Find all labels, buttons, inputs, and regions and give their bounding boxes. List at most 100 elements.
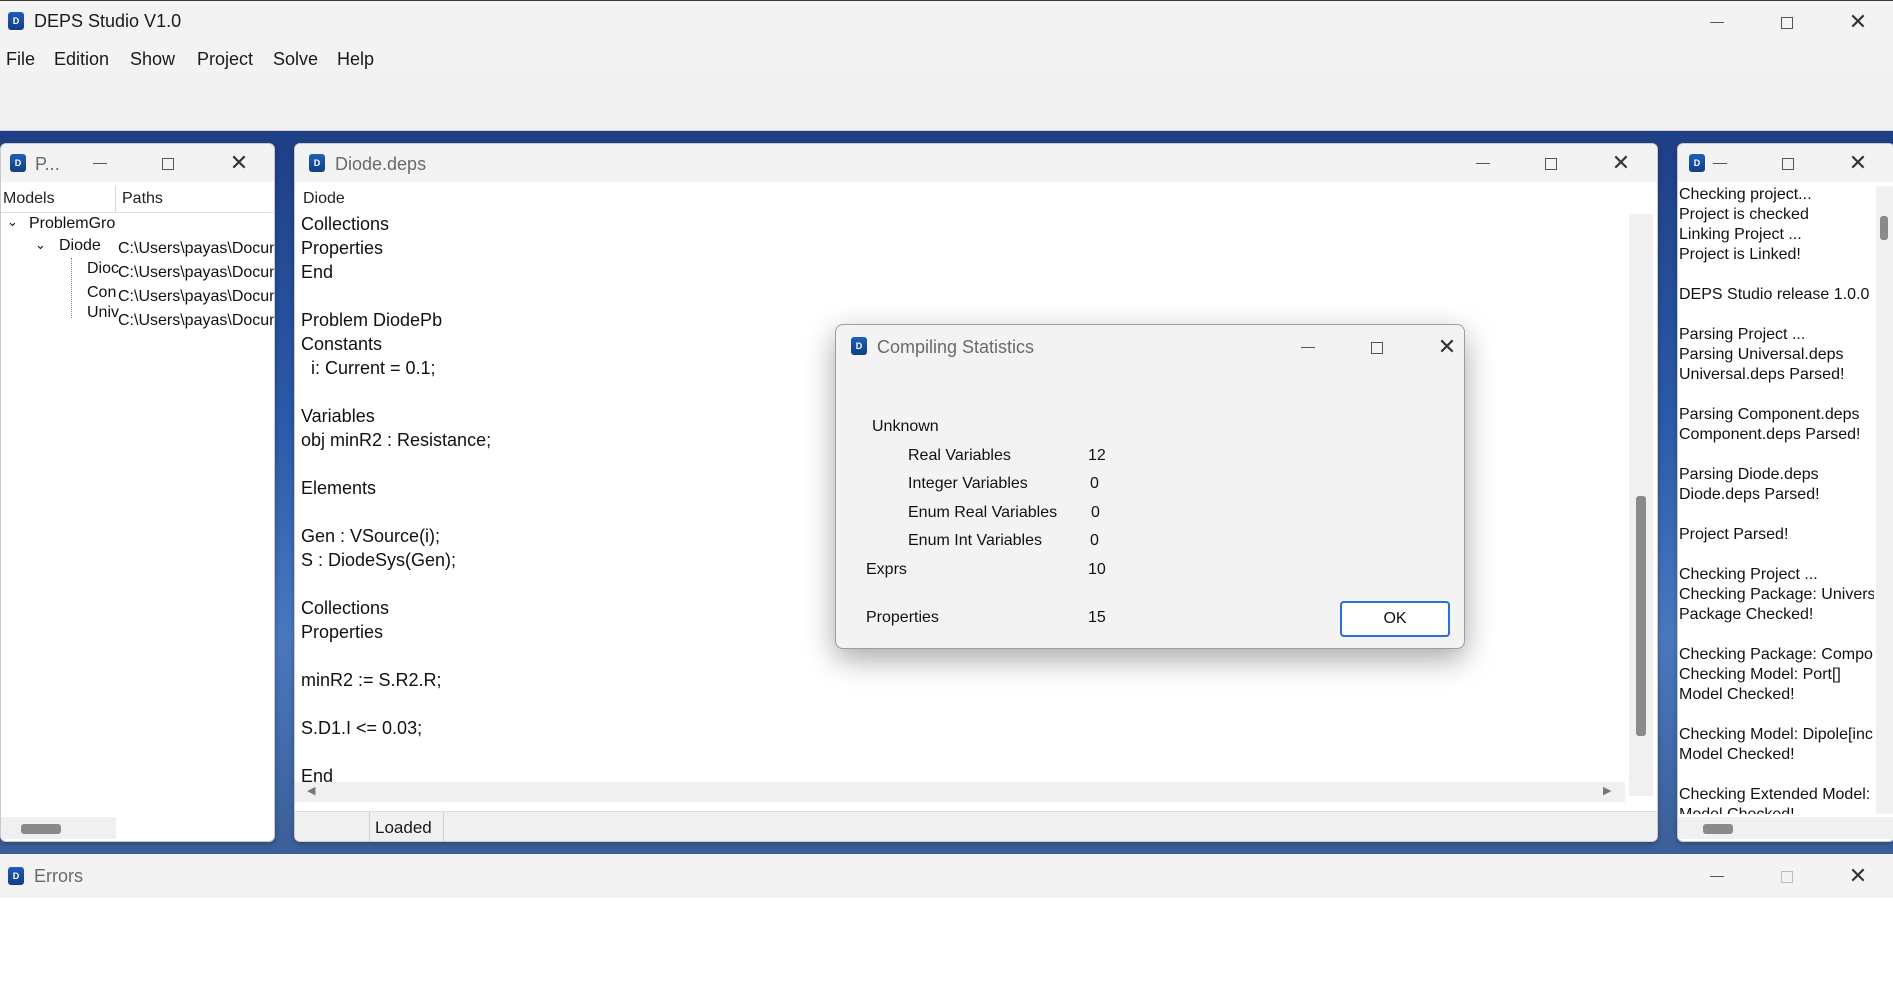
close-icon[interactable]: ✕ — [1601, 148, 1641, 178]
errors-title: Errors — [34, 866, 83, 886]
log-line: Checking Extended Model: — [1679, 786, 1871, 803]
log-line: Model Checked! — [1679, 806, 1795, 814]
editor-title: Diode.deps — [335, 154, 427, 174]
scroll-left-icon[interactable]: ◀ — [307, 784, 315, 797]
log-line: Component.deps Parsed! — [1679, 426, 1861, 443]
stat-label-real-variables: Real Variables — [908, 447, 1011, 464]
column-header: Models Paths — [1, 186, 274, 213]
chevron-down-icon[interactable]: ⌄ — [7, 214, 18, 230]
log-line: Checking Package: Univers — [1679, 586, 1874, 603]
menu-project[interactable]: Project — [197, 49, 253, 70]
deps-logo-icon: D — [851, 337, 867, 355]
log-line: Parsing Diode.deps — [1679, 466, 1819, 483]
maximize-icon[interactable] — [1531, 148, 1571, 178]
maximize-icon[interactable] — [148, 148, 188, 178]
errors-titlebar: D Errors ✕ — [0, 854, 1893, 898]
code-line: i: Current = 0.1; — [301, 358, 436, 378]
code-line: minR2 := S.R2.R; — [301, 670, 442, 690]
app-title: DEPS Studio V1.0 — [34, 11, 182, 31]
vertical-scrollbar[interactable] — [1876, 186, 1893, 814]
deps-logo-icon: D — [10, 154, 26, 172]
toolbar — [0, 72, 1893, 131]
stat-value-enum-int-variables: 0 — [1090, 532, 1099, 549]
stat-label-integer-variables: Integer Variables — [908, 475, 1028, 492]
dialog-titlebar: D Compiling Statistics ✕ — [836, 325, 1464, 369]
maximize-icon[interactable] — [1768, 148, 1808, 178]
code-line: Properties — [301, 238, 384, 258]
log-line: Project is Linked! — [1679, 246, 1801, 263]
ok-button[interactable]: OK — [1340, 601, 1450, 637]
scrollbar-thumb[interactable] — [1703, 824, 1733, 834]
stat-value-integer-variables: 0 — [1090, 475, 1099, 492]
tree-item-diode-model[interactable]: Dioc — [87, 260, 119, 278]
scroll-right-icon[interactable]: ▶ — [1603, 784, 1611, 797]
tree-item-diode[interactable]: Diode — [59, 237, 101, 255]
log-line: Model Checked! — [1679, 686, 1795, 703]
maximize-icon[interactable] — [1357, 332, 1397, 362]
code-line: End — [301, 262, 334, 282]
log-line: Parsing Component.deps — [1679, 406, 1860, 423]
tab-diode[interactable]: Diode — [303, 190, 345, 208]
stat-value-real-variables: 12 — [1088, 447, 1106, 464]
code-line: Elements — [301, 478, 377, 498]
log-line: Project Parsed! — [1679, 526, 1789, 543]
horizontal-scrollbar[interactable]: ◀ ▶ — [295, 782, 1625, 802]
minimize-icon[interactable] — [1697, 7, 1737, 37]
code-line: Gen : VSource(i); — [301, 526, 441, 546]
compiling-statistics-dialog: D Compiling Statistics ✕ Unknown Real Va… — [835, 324, 1465, 649]
stat-value-exprs: 10 — [1088, 561, 1106, 578]
tree-item-component[interactable]: Con — [87, 284, 116, 302]
column-models[interactable]: Models — [3, 190, 55, 208]
log-line: Checking Model: Port[] — [1679, 666, 1841, 683]
tree-connector — [71, 258, 73, 318]
project-panel-title: P... — [35, 154, 60, 174]
editor-titlebar: D Diode.deps ✕ — [295, 144, 1657, 182]
close-icon[interactable]: ✕ — [1838, 7, 1878, 37]
horizontal-scrollbar[interactable] — [1678, 817, 1893, 839]
close-icon[interactable]: ✕ — [1838, 861, 1878, 891]
log-line: Checking Model: Dipole[inc — [1679, 726, 1873, 743]
scrollbar-thumb[interactable] — [1880, 216, 1888, 240]
tree-item-problemgroup[interactable]: ProblemGro — [29, 215, 115, 233]
log-line: DEPS Studio release 1.0.0 — [1679, 286, 1870, 303]
stat-label-enum-int-variables: Enum Int Variables — [908, 532, 1042, 549]
vertical-scrollbar[interactable] — [1629, 214, 1653, 796]
editor-tabbar: Diode — [295, 186, 1657, 212]
close-icon[interactable]: ✕ — [1838, 148, 1878, 178]
tree-item-universal[interactable]: Univ — [87, 304, 119, 322]
log-text-area[interactable]: Checking project... Project is checked L… — [1678, 186, 1874, 814]
log-line: Universal.deps Parsed! — [1679, 366, 1845, 383]
code-line: Properties — [301, 622, 384, 642]
log-line: Checking project... — [1679, 186, 1812, 203]
chevron-down-icon[interactable]: ⌄ — [35, 237, 46, 253]
minimize-icon[interactable] — [1697, 861, 1737, 891]
status-divider — [369, 812, 370, 841]
close-icon[interactable]: ✕ — [1427, 332, 1467, 362]
menu-edition[interactable]: Edition — [54, 49, 109, 70]
horizontal-scrollbar[interactable] — [1, 817, 116, 839]
status-bar: Loaded — [295, 811, 1657, 841]
minimize-icon[interactable] — [1700, 148, 1740, 178]
close-icon[interactable]: ✕ — [219, 148, 259, 178]
stat-label-properties: Properties — [866, 609, 939, 626]
column-paths[interactable]: Paths — [122, 190, 163, 208]
code-line: S.D1.I <= 0.03; — [301, 718, 423, 738]
log-line: Parsing Universal.deps — [1679, 346, 1844, 363]
maximize-icon[interactable] — [1767, 7, 1807, 37]
minimize-icon[interactable] — [1288, 332, 1328, 362]
deps-logo-icon: D — [8, 867, 24, 885]
column-divider[interactable] — [115, 186, 116, 212]
menu-help[interactable]: Help — [337, 49, 374, 70]
scrollbar-thumb[interactable] — [1636, 496, 1646, 736]
scrollbar-thumb[interactable] — [21, 824, 61, 834]
project-panel-titlebar: D P... ✕ — [1, 144, 274, 182]
minimize-icon[interactable] — [1463, 148, 1503, 178]
minimize-icon[interactable] — [80, 148, 120, 178]
menu-file[interactable]: File — [6, 49, 35, 70]
menu-show[interactable]: Show — [130, 49, 175, 70]
menu-bar: File Edition Show Project Solve Help — [0, 42, 1893, 72]
log-line: Model Checked! — [1679, 746, 1795, 763]
log-line: Checking Project ... — [1679, 566, 1818, 583]
log-line: Project is checked — [1679, 206, 1809, 223]
menu-solve[interactable]: Solve — [273, 49, 318, 70]
